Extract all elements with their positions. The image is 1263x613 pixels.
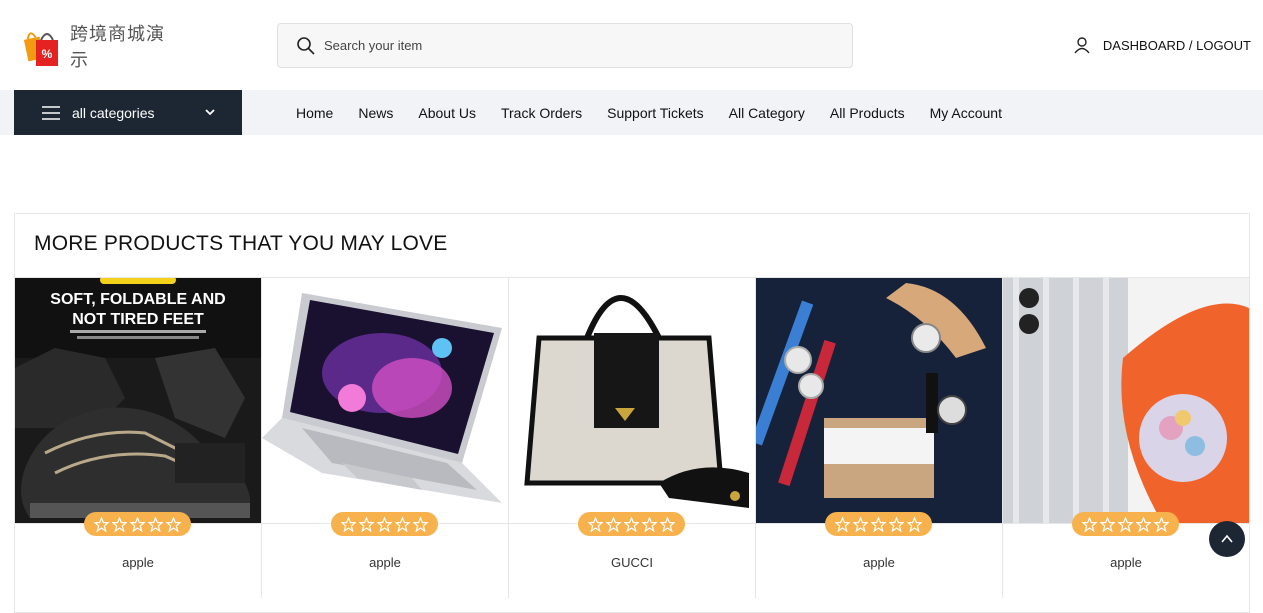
rating-badge [578,512,685,536]
account-link[interactable]: DASHBOARD / LOGOUT [1073,36,1251,54]
star-outline-icon [889,516,904,532]
search-bar [277,23,853,68]
chevron-down-icon [205,109,215,116]
product-card[interactable]: apple [756,278,1003,598]
main-navbar: all categories Home News About Us Track … [0,90,1263,135]
product-name[interactable]: apple [262,555,508,570]
menu-icon [42,105,60,120]
star-outline-icon [1082,516,1097,532]
star-outline-icon [853,516,868,532]
star-outline-icon [1100,516,1115,532]
star-outline-icon [166,516,181,532]
product-image-laptop[interactable] [262,278,508,524]
star-outline-icon [130,516,145,532]
shoe-banner-line-2: NOT TIRED FEET [72,311,204,328]
product-card[interactable]: apple [262,278,509,598]
nav-item-support-tickets[interactable]: Support Tickets [607,105,704,121]
product-grid: SOFT, FOLDABLE AND NOT TIRED FEET apple … [15,278,1250,598]
product-image-watches[interactable] [756,278,1002,524]
star-outline-icon [395,516,410,532]
star-outline-icon [835,516,850,532]
rating-badge [84,512,191,536]
search-input[interactable] [324,38,824,53]
nav-item-about-us[interactable]: About Us [418,105,476,121]
shopping-bag-logo-icon: % [22,24,62,68]
star-outline-icon [624,516,639,532]
star-outline-icon [907,516,922,532]
product-name[interactable]: GUCCI [509,555,755,570]
account-label[interactable]: DASHBOARD / LOGOUT [1103,38,1251,53]
star-outline-icon [341,516,356,532]
star-outline-icon [377,516,392,532]
all-categories-button[interactable]: all categories [14,90,242,135]
star-outline-icon [588,516,603,532]
site-logo[interactable]: % 跨境商城演示 [22,24,182,71]
section-title: MORE PRODUCTS THAT YOU MAY LOVE [34,232,448,255]
logo-text: 跨境商城演示 [70,24,165,71]
product-image-shoe[interactable]: SOFT, FOLDABLE AND NOT TIRED FEET [15,278,261,524]
star-outline-icon [1136,516,1151,532]
search-icon[interactable] [296,36,316,56]
shoe-banner-line-1: SOFT, FOLDABLE AND [50,291,225,308]
star-outline-icon [1154,516,1169,532]
scroll-to-top-button[interactable] [1209,521,1245,557]
product-image-phone[interactable] [1003,278,1249,524]
star-outline-icon [660,516,675,532]
nav-item-news[interactable]: News [358,105,393,121]
nav-item-home[interactable]: Home [296,105,333,121]
rating-badge [1072,512,1179,536]
star-outline-icon [94,516,109,532]
logo-badge: % [42,47,53,61]
star-outline-icon [871,516,886,532]
rating-badge [825,512,932,536]
nav-item-all-category[interactable]: All Category [729,105,805,121]
star-outline-icon [1118,516,1133,532]
star-outline-icon [413,516,428,532]
product-name[interactable]: apple [15,555,261,570]
related-products-section: MORE PRODUCTS THAT YOU MAY LOVE SOFT, FO… [14,213,1250,613]
product-card[interactable]: SOFT, FOLDABLE AND NOT TIRED FEET apple [15,278,262,598]
nav-item-track-orders[interactable]: Track Orders [501,105,582,121]
product-card[interactable]: GUCCI [509,278,756,598]
nav-item-my-account[interactable]: My Account [930,105,1002,121]
product-name[interactable]: apple [1003,555,1249,570]
star-outline-icon [359,516,374,532]
product-image-handbag[interactable] [509,278,755,524]
chevron-up-icon [1221,534,1233,543]
nav-item-all-products[interactable]: All Products [830,105,905,121]
site-header: % 跨境商城演示 DASHBOARD / LOGOUT [0,0,1263,90]
categories-label: all categories [72,104,155,121]
nav-menu: Home News About Us Track Orders Support … [296,90,1027,135]
star-outline-icon [642,516,657,532]
star-outline-icon [112,516,127,532]
user-icon [1074,37,1090,54]
product-name[interactable]: apple [756,555,1002,570]
star-outline-icon [606,516,621,532]
star-outline-icon [148,516,163,532]
rating-badge [331,512,438,536]
